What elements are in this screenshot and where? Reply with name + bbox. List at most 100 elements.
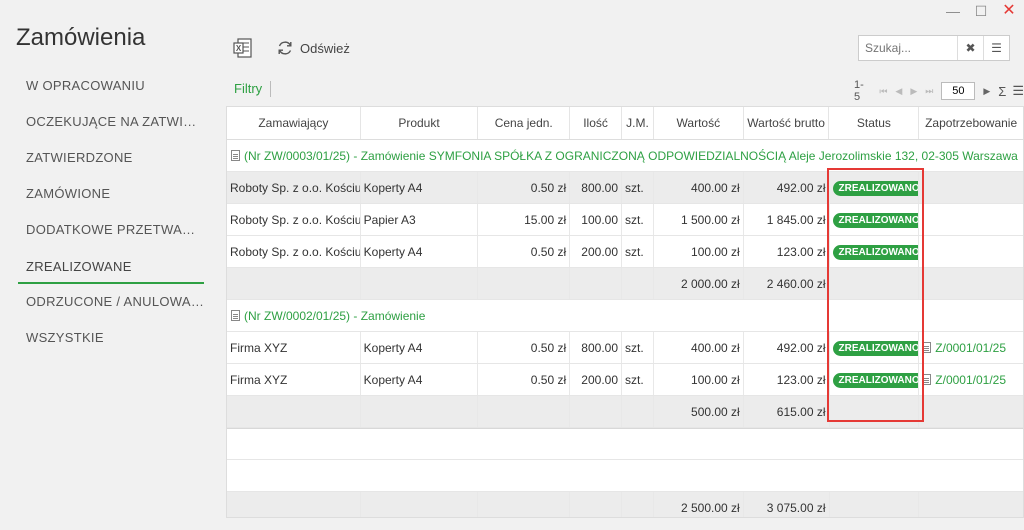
- cell-empty: [622, 396, 654, 427]
- table-row[interactable]: Firma XYZ Koperty A4 0.50 zł 800.00 szt.…: [227, 332, 1023, 364]
- search-clear-button[interactable]: ✖: [957, 36, 983, 60]
- col-header-zapotrzebowanie[interactable]: Zapotrzebowanie: [919, 107, 1023, 139]
- cell-value: 400.00 zł: [654, 172, 744, 203]
- page-size-arrow-icon[interactable]: ▶: [983, 86, 990, 97]
- cell-requisition: [919, 236, 1023, 267]
- table-row[interactable]: Roboty Sp. z o.o. Kościuszki Papier A3 1…: [227, 204, 1023, 236]
- sidebar-item-wszystkie[interactable]: WSZYSTKIE: [18, 320, 204, 356]
- cell-requisition[interactable]: Z/0001/01/25: [919, 364, 1023, 395]
- cell-value: 100.00 zł: [654, 236, 744, 267]
- next-page-icon[interactable]: ▶: [910, 86, 917, 97]
- group-title: (Nr ZW/0002/01/25) - Zamówienie: [244, 309, 426, 323]
- document-icon: [922, 342, 932, 353]
- cell-unit: szt.: [622, 332, 654, 363]
- table-row[interactable]: Firma XYZ Koperty A4 0.50 zł 200.00 szt.…: [227, 364, 1023, 396]
- col-header-produkt[interactable]: Produkt: [361, 107, 479, 139]
- cell-gross: 123.00 zł: [744, 236, 830, 267]
- refresh-button[interactable]: Odśwież: [276, 39, 350, 57]
- orders-grid: Zamawiający Produkt Cena jedn. Ilość J.M…: [226, 106, 1024, 518]
- search-input[interactable]: [859, 36, 957, 60]
- close-button[interactable]: ✕: [1002, 3, 1016, 19]
- cell-empty: [830, 492, 920, 517]
- cell-status: ZREALIZOWANO: [830, 204, 920, 235]
- search-menu-button[interactable]: ☰: [983, 36, 1009, 60]
- table-row[interactable]: Roboty Sp. z o.o. Kościuszki Koperty A4 …: [227, 172, 1023, 204]
- cell-empty: [919, 396, 1023, 427]
- sidebar-item-w-opracowaniu[interactable]: W OPRACOWANIU: [18, 68, 204, 104]
- group-header[interactable]: (Nr ZW/0003/01/25) - Zamówienie SYMFONIA…: [227, 140, 1023, 172]
- cell-empty: [830, 396, 920, 427]
- sidebar-item-zamowione[interactable]: ZAMÓWIONE: [18, 176, 204, 212]
- status-badge: ZREALIZOWANO: [832, 213, 919, 229]
- cell-value: 400.00 zł: [654, 332, 744, 363]
- status-badge: ZREALIZOWANO: [832, 245, 919, 261]
- cell-ordering: Roboty Sp. z o.o. Kościuszki: [227, 236, 361, 267]
- cell-gross: 492.00 zł: [744, 332, 830, 363]
- col-header-wartosc-brutto[interactable]: Wartość brutto: [744, 107, 830, 139]
- empty-row: [227, 428, 1023, 460]
- grid-header: Zamawiający Produkt Cena jedn. Ilość J.M…: [227, 107, 1023, 140]
- col-header-ilosc[interactable]: Ilość: [570, 107, 622, 139]
- group-header[interactable]: (Nr ZW/0002/01/25) - Zamówienie: [227, 300, 1023, 332]
- cell-product: Koperty A4: [361, 236, 479, 267]
- cell-requisition: [919, 204, 1023, 235]
- cell-value: 100.00 zł: [654, 364, 744, 395]
- col-header-jm[interactable]: J.M.: [622, 107, 654, 139]
- sum-value: 500.00 zł: [654, 396, 744, 427]
- requisition-link[interactable]: Z/0001/01/25: [935, 341, 1006, 355]
- excel-export-icon[interactable]: X: [232, 37, 254, 59]
- cell-qty: 200.00: [570, 364, 622, 395]
- cell-price: 0.50 zł: [478, 332, 571, 363]
- cell-empty: [570, 492, 622, 517]
- sidebar-nav: W OPRACOWANIU OCZEKUJĄCE NA ZATWIERDZENI…: [18, 68, 204, 356]
- cell-empty: [227, 396, 361, 427]
- document-icon: [922, 374, 932, 385]
- sum-gross: 615.00 zł: [744, 396, 830, 427]
- cell-status: ZREALIZOWANO: [830, 332, 920, 363]
- total-value: 2 500.00 zł: [654, 492, 744, 517]
- page-title: Zamówienia: [16, 24, 146, 51]
- cell-product: Papier A3: [361, 204, 479, 235]
- sidebar-item-oczekujace[interactable]: OCZEKUJĄCE NA ZATWIERDZENIE: [18, 104, 204, 140]
- cell-empty: [830, 268, 920, 299]
- cell-empty: [361, 268, 479, 299]
- page-size-input[interactable]: [941, 82, 976, 100]
- group-title: (Nr ZW/0003/01/25) - Zamówienie SYMFONIA…: [244, 149, 1018, 163]
- cell-unit: szt.: [622, 364, 654, 395]
- cell-price: 0.50 zł: [478, 236, 571, 267]
- pager: 1-5 ⏮ ◀ ▶ ⏭ ▶ Σ ☰: [854, 79, 1024, 103]
- sidebar-item-odrzucone[interactable]: ODRZUCONE / ANULOWANE: [18, 284, 204, 320]
- columns-menu-button[interactable]: ☰: [1012, 83, 1024, 99]
- status-badge: ZREALIZOWANO: [832, 181, 919, 197]
- window-controls: — ☐ ✕: [946, 3, 1016, 19]
- filters-button[interactable]: Filtry: [234, 81, 272, 97]
- search-box: ✖ ☰: [858, 35, 1010, 61]
- first-page-icon[interactable]: ⏮: [879, 86, 887, 97]
- cell-unit: szt.: [622, 172, 654, 203]
- maximize-button[interactable]: ☐: [974, 4, 988, 18]
- col-header-cena[interactable]: Cena jedn.: [478, 107, 571, 139]
- prev-page-icon[interactable]: ◀: [895, 86, 902, 97]
- cell-empty: [570, 396, 622, 427]
- cell-requisition[interactable]: Z/0001/01/25: [919, 332, 1023, 363]
- cell-ordering: Firma XYZ: [227, 364, 361, 395]
- sidebar: Zamówienia W OPRACOWANIU OCZEKUJĄCE NA Z…: [0, 0, 210, 530]
- cell-qty: 800.00: [570, 332, 622, 363]
- col-header-zamawiajacy[interactable]: Zamawiający: [227, 107, 361, 139]
- minimize-button[interactable]: —: [946, 4, 960, 18]
- requisition-link[interactable]: Z/0001/01/25: [935, 373, 1006, 387]
- sidebar-item-zrealizowane[interactable]: ZREALIZOWANE: [18, 248, 204, 284]
- col-header-wartosc[interactable]: Wartość: [654, 107, 744, 139]
- group-summary-row: 2 000.00 zł 2 460.00 zł: [227, 268, 1023, 300]
- cell-product: Koperty A4: [361, 172, 479, 203]
- cell-qty: 800.00: [570, 172, 622, 203]
- last-page-icon[interactable]: ⏭: [925, 86, 933, 97]
- sidebar-item-zatwierdzone[interactable]: ZATWIERDZONE: [18, 140, 204, 176]
- grand-total-row: 2 500.00 zł 3 075.00 zł: [227, 492, 1023, 517]
- cell-empty: [227, 268, 361, 299]
- sum-button[interactable]: Σ: [998, 84, 1006, 99]
- col-header-status[interactable]: Status: [829, 107, 920, 139]
- table-row[interactable]: Roboty Sp. z o.o. Kościuszki Koperty A4 …: [227, 236, 1023, 268]
- sidebar-item-dodatkowe[interactable]: DODATKOWE PRZETWARZANIE: [18, 212, 204, 248]
- cell-empty: [227, 492, 361, 517]
